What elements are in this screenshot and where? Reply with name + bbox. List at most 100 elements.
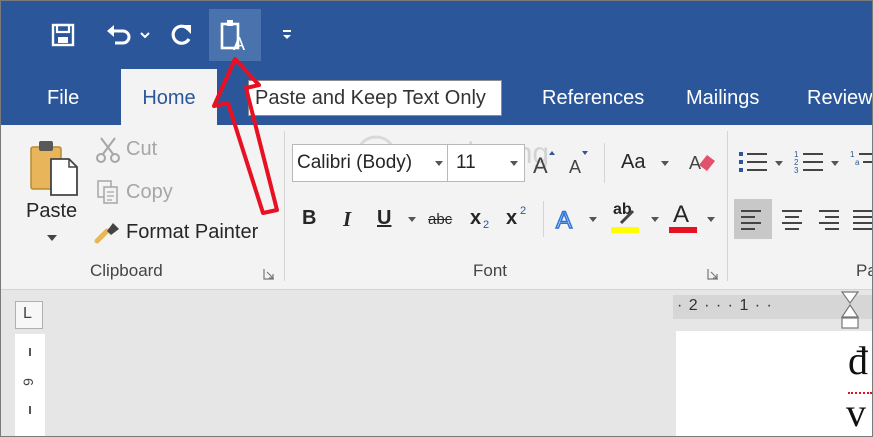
- format-painter-button[interactable]: Format Painter: [93, 217, 273, 249]
- vertical-ruler-number: 9: [19, 378, 36, 386]
- svg-text:A: A: [556, 207, 572, 233]
- superscript-mark: 2: [520, 205, 527, 217]
- clipboard-group-label: Clipboard: [90, 261, 163, 280]
- paste-text-only-button[interactable]: A: [209, 9, 261, 61]
- redo-icon: [171, 24, 191, 45]
- font-dialog-launcher[interactable]: [707, 267, 719, 280]
- svg-text:A: A: [689, 153, 701, 173]
- chevron-down-icon: [435, 161, 443, 166]
- customize-qat-icon: [283, 30, 291, 39]
- chevron-down-icon: [47, 235, 57, 241]
- numbering-button[interactable]: 1 2 3: [793, 147, 843, 179]
- tooltip: Paste and Keep Text Only: [248, 80, 502, 116]
- dialog-launcher-icon: [707, 269, 718, 280]
- text-effects-button[interactable]: A: [553, 203, 601, 237]
- save-icon: [51, 23, 75, 47]
- clear-formatting-button[interactable]: A: [687, 147, 719, 179]
- align-right-icon: [819, 210, 839, 230]
- justify-icon: [853, 210, 872, 230]
- chevron-down-icon: [140, 32, 150, 39]
- chevron-down-icon: [707, 217, 715, 222]
- svg-text:A: A: [569, 157, 581, 177]
- bold-label: B: [302, 207, 317, 229]
- underline-label: U: [377, 207, 392, 229]
- font-group-label: Font: [473, 261, 508, 280]
- group-separator: [604, 143, 605, 183]
- tab-review[interactable]: Review: [807, 83, 872, 113]
- font-name-combo[interactable]: Calibri (Body): [292, 144, 448, 182]
- align-left-icon: [741, 210, 761, 230]
- subscript-button[interactable]: x 2: [467, 203, 497, 237]
- highlight-color-button[interactable]: ab: [607, 201, 661, 237]
- subscript-label: x: [470, 207, 482, 229]
- chevron-down-icon: [408, 217, 416, 222]
- chevron-down-icon: [775, 161, 783, 166]
- paste-label: Paste: [26, 200, 78, 222]
- eraser-icon: A: [689, 153, 715, 173]
- italic-label: I: [343, 207, 352, 231]
- subscript-mark: 2: [483, 219, 490, 231]
- font-size-combo[interactable]: 11: [447, 144, 525, 182]
- superscript-button[interactable]: x 2: [503, 203, 533, 237]
- tab-file[interactable]: File: [47, 83, 79, 113]
- shrink-font-icon: A: [569, 151, 588, 177]
- group-separator: [727, 131, 728, 281]
- multilevel-list-button[interactable]: 1 a: [849, 147, 872, 179]
- redo-button[interactable]: [163, 15, 199, 55]
- align-center-button[interactable]: [777, 199, 811, 239]
- copy-button[interactable]: Copy: [93, 177, 183, 207]
- align-right-button[interactable]: [813, 199, 845, 239]
- numbered-list-icon: 1 2 3: [794, 150, 823, 175]
- vertical-ruler: 9: [15, 334, 45, 436]
- tooltip-text: Paste and Keep Text Only: [255, 86, 486, 109]
- font-color-button[interactable]: A: [667, 201, 721, 237]
- word-window: A File Home References Mailings Review u…: [0, 0, 873, 437]
- tab-selector-label: L: [23, 305, 32, 322]
- format-painter-icon: [94, 223, 119, 244]
- customize-qat-button[interactable]: [277, 15, 297, 55]
- italic-button[interactable]: I: [335, 203, 363, 237]
- chevron-down-icon: [510, 161, 518, 166]
- underline-button[interactable]: U: [372, 203, 418, 237]
- ruler-tick: [29, 406, 31, 414]
- tab-references[interactable]: References: [542, 83, 644, 113]
- group-separator: [543, 201, 544, 237]
- horizontal-ruler-marks: · 2 · · · 1 · ·: [677, 297, 773, 314]
- copy-icon: [97, 180, 118, 204]
- svg-text:a: a: [855, 158, 860, 167]
- indent-marker-icon[interactable]: [841, 291, 859, 331]
- document-text-line-2: v: [846, 390, 866, 435]
- font-color-letter: A: [673, 201, 690, 228]
- grow-font-button[interactable]: A: [531, 147, 559, 179]
- tab-mailings[interactable]: Mailings: [686, 83, 759, 113]
- grow-font-icon: A: [533, 151, 555, 178]
- strikethrough-button[interactable]: abc: [426, 203, 462, 237]
- document-page[interactable]: đ v: [676, 331, 872, 436]
- bold-button[interactable]: B: [297, 203, 325, 237]
- tab-home[interactable]: Home: [121, 69, 217, 127]
- svg-text:A: A: [533, 153, 548, 178]
- bullets-button[interactable]: [737, 147, 785, 179]
- change-case-button[interactable]: Aa: [615, 147, 673, 179]
- clipboard-icon: [30, 141, 78, 196]
- undo-button[interactable]: [101, 15, 137, 55]
- clipboard-dialog-launcher[interactable]: [263, 267, 275, 280]
- chevron-down-icon: [661, 161, 669, 166]
- undo-dropdown[interactable]: [138, 15, 152, 55]
- font-name-value: Calibri (Body): [297, 152, 413, 173]
- paragraph-group-label: Pa: [856, 261, 872, 280]
- group-separator: [284, 131, 285, 281]
- justify-button[interactable]: [849, 199, 872, 239]
- change-case-label: Aa: [621, 151, 646, 173]
- multilevel-list-icon: 1 a: [850, 150, 872, 167]
- paste-button[interactable]: Paste: [21, 133, 83, 253]
- cut-label: Cut: [126, 138, 158, 160]
- strikethrough-label: abc: [428, 211, 453, 228]
- chevron-down-icon: [651, 217, 659, 222]
- align-left-button[interactable]: [734, 199, 772, 239]
- save-button[interactable]: [43, 15, 83, 55]
- document-text-line-1: đ: [848, 338, 868, 383]
- shrink-font-button[interactable]: A: [566, 147, 592, 179]
- cut-button[interactable]: Cut: [93, 135, 173, 165]
- tab-selector[interactable]: L: [15, 301, 43, 329]
